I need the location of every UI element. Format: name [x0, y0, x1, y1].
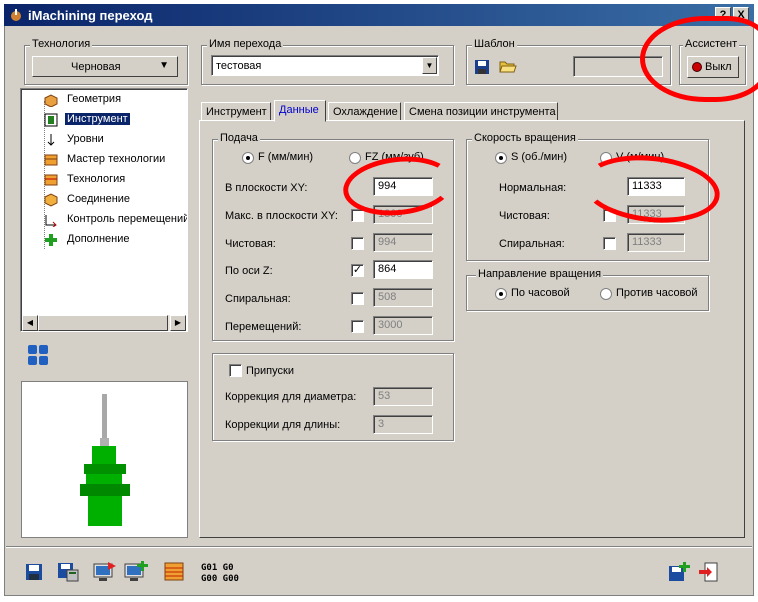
levels-icon: [47, 134, 55, 146]
tab-tool-change[interactable]: Смена позиции инструмента: [404, 102, 558, 121]
gcode-line-1: G01 G0: [201, 563, 234, 573]
spin-rpm-radio[interactable]: [495, 152, 507, 164]
allowances-label: Припуски: [246, 365, 294, 377]
feed-rapid-checkbox[interactable]: [351, 320, 364, 333]
feed-max-xy-input[interactable]: 1800: [373, 205, 433, 224]
feed-max-xy-checkbox[interactable]: [351, 209, 364, 222]
spin-ccw-radio[interactable]: [600, 288, 612, 300]
assistant-label: Ассистент: [683, 38, 740, 50]
feed-z-checkbox[interactable]: ✓: [351, 264, 364, 277]
app-icon: [11, 9, 21, 21]
motion-control-icon: [45, 215, 57, 227]
feed-label: Подача: [218, 132, 260, 144]
technology-wizard-icon: [44, 154, 58, 166]
feed-finish-checkbox[interactable]: [351, 237, 364, 250]
feed-z-input[interactable]: 864: [373, 260, 433, 279]
feed-spiral-label: Спиральная:: [225, 293, 291, 305]
feed-z-label: По оси Z:: [225, 265, 273, 277]
navigation-tree: Геометрия Инструмент Уровни Мастер техно…: [20, 88, 188, 332]
length-correction-input[interactable]: 3: [373, 415, 433, 434]
spin-v-label: V (м/мин): [616, 151, 665, 163]
feed-rapid-label: Перемещений:: [225, 321, 302, 333]
spin-finish-checkbox[interactable]: [603, 209, 616, 222]
close-button[interactable]: X: [733, 7, 749, 21]
assistant-toggle-label: Выкл: [705, 61, 732, 73]
geometry-icon: [44, 94, 58, 107]
operation-name-input[interactable]: тестовая ▼: [211, 55, 439, 76]
spin-label: Скорость вращения: [472, 132, 578, 144]
spin-cw-radio[interactable]: [495, 288, 507, 300]
tree-scrollbar[interactable]: ◀ ▶: [22, 315, 186, 331]
spin-ccw-label: Против часовой: [616, 287, 698, 299]
window-title: iMachining переход: [28, 8, 153, 23]
layout-grid-icon[interactable]: [27, 344, 49, 366]
spin-spiral-checkbox[interactable]: [603, 237, 616, 250]
tab-data[interactable]: Данные: [274, 100, 326, 122]
feed-max-xy-label: Макс. в плоскости XY:: [225, 210, 338, 222]
feed-mm-min-radio[interactable]: [242, 152, 254, 164]
spin-spiral-label: Спиральная:: [499, 238, 565, 250]
diameter-correction-label: Коррекция для диаметра:: [225, 391, 357, 403]
feed-mm-tooth-label: FZ (мм/зуб): [365, 151, 424, 163]
bottom-separator: [6, 546, 752, 548]
open-template-icon[interactable]: [499, 58, 517, 74]
scroll-right-icon[interactable]: ▶: [170, 315, 186, 331]
spin-direction-label: Направление вращения: [476, 268, 604, 280]
spin-normal-label: Нормальная:: [499, 182, 567, 194]
save-exit-icon[interactable]: [124, 560, 150, 582]
length-correction-label: Коррекции для длины:: [225, 419, 341, 431]
save-add-icon[interactable]: [668, 562, 690, 582]
tool-preview: [21, 381, 188, 538]
spin-spiral-input[interactable]: 11333: [627, 233, 685, 252]
gcode-line-2: G00 G00: [201, 574, 239, 584]
spin-finish-input[interactable]: 11333: [627, 205, 685, 224]
technology-value: Черновая: [71, 61, 121, 73]
tab-tool[interactable]: Инструмент: [201, 102, 271, 121]
spin-rpm-label: S (об./мин): [511, 151, 568, 163]
scroll-thumb[interactable]: [38, 315, 168, 331]
technology-label: Технология: [30, 38, 93, 50]
feed-rapid-input[interactable]: 3000: [373, 316, 433, 335]
gcode-button[interactable]: G01 G0 G00 G00: [201, 563, 261, 587]
spin-v-radio[interactable]: [600, 152, 612, 164]
feed-finish-label: Чистовая:: [225, 238, 276, 250]
save-calculate-icon[interactable]: [57, 562, 79, 582]
spin-finish-label: Чистовая:: [499, 210, 550, 222]
save-template-icon[interactable]: [474, 59, 490, 75]
feed-xy-input[interactable]: 994: [373, 177, 433, 196]
tab-cooling[interactable]: Охлаждение: [328, 102, 401, 121]
feed-xy-label: В плоскости XY:: [225, 182, 308, 194]
save-simulate-icon[interactable]: [93, 560, 117, 582]
help-button[interactable]: ?: [715, 7, 731, 21]
link-icon: [44, 193, 58, 207]
feed-mm-min-label: F (мм/мин): [258, 151, 314, 163]
save-icon[interactable]: [25, 563, 43, 581]
feed-mm-tooth-radio[interactable]: [349, 152, 361, 164]
template-name-field[interactable]: [573, 56, 663, 77]
diameter-correction-input[interactable]: 53: [373, 387, 433, 406]
spin-cw-label: По часовой: [511, 287, 570, 299]
technology-icon: [44, 174, 58, 186]
assistant-toggle-button[interactable]: Выкл: [687, 56, 739, 78]
tool-icon: [44, 113, 58, 127]
feed-finish-input[interactable]: 994: [373, 233, 433, 252]
misc-icon: [45, 234, 57, 246]
operation-name-label: Имя перехода: [207, 38, 284, 50]
exit-icon[interactable]: [697, 561, 719, 583]
allowances-checkbox[interactable]: [229, 364, 242, 377]
feed-spiral-checkbox[interactable]: [351, 292, 364, 305]
title-bar: iMachining переход ? X: [4, 4, 754, 26]
technology-select[interactable]: Черновая ▼: [32, 56, 178, 77]
feed-spiral-input[interactable]: 508: [373, 288, 433, 307]
operation-name-value: тестовая: [216, 60, 262, 72]
template-label: Шаблон: [472, 38, 517, 50]
technology-table-icon[interactable]: [163, 560, 185, 582]
tool-preview-image: [80, 394, 130, 526]
status-led-icon: [692, 62, 702, 72]
spin-normal-input[interactable]: 11333: [627, 177, 685, 196]
chevron-down-icon[interactable]: ▼: [422, 57, 437, 74]
scroll-left-icon[interactable]: ◀: [22, 315, 38, 331]
chevron-down-icon: ▼: [159, 60, 169, 71]
